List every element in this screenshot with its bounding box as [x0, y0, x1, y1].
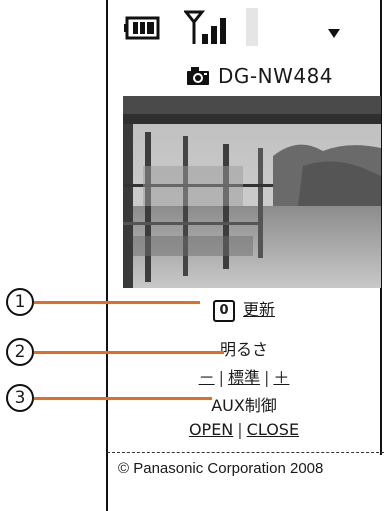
aux-close-link[interactable]: CLOSE [247, 420, 299, 439]
brightness-plus-link[interactable]: ＋ [273, 368, 289, 387]
separator: | [264, 368, 270, 387]
camera-snapshot-image [123, 96, 381, 288]
callout-3: 3 [6, 384, 212, 412]
footer-divider [107, 452, 384, 453]
callout-number: 3 [6, 384, 34, 412]
camera-name: DG-NW484 [218, 64, 334, 88]
callout-number: 1 [6, 288, 34, 316]
brightness-standard-link[interactable]: 標準 [228, 368, 260, 387]
battery-icon [124, 16, 160, 40]
aux-open-link[interactable]: OPEN [189, 420, 233, 439]
callout-leader-line [34, 300, 200, 304]
refresh-key-badge: 0 [212, 299, 235, 322]
camera-title: DG-NW484 [186, 63, 333, 89]
aux-row: OPEN | CLOSE [108, 420, 380, 439]
camera-icon [187, 67, 209, 85]
callout-leader-line [34, 350, 224, 354]
callout-1: 1 [6, 288, 200, 316]
status-bar [110, 0, 380, 48]
signal-bar-inactive [246, 8, 258, 46]
callout-2: 2 [6, 338, 224, 366]
separator: | [218, 368, 224, 387]
dropdown-arrow-icon[interactable] [328, 29, 340, 39]
callout-number: 2 [6, 338, 34, 366]
separator: | [237, 420, 243, 439]
signal-strength-icon [184, 10, 226, 44]
refresh-link[interactable]: 更新 [243, 300, 275, 319]
callout-leader-line [34, 396, 212, 400]
copyright-text: © Panasonic Corporation 2008 [118, 460, 324, 477]
